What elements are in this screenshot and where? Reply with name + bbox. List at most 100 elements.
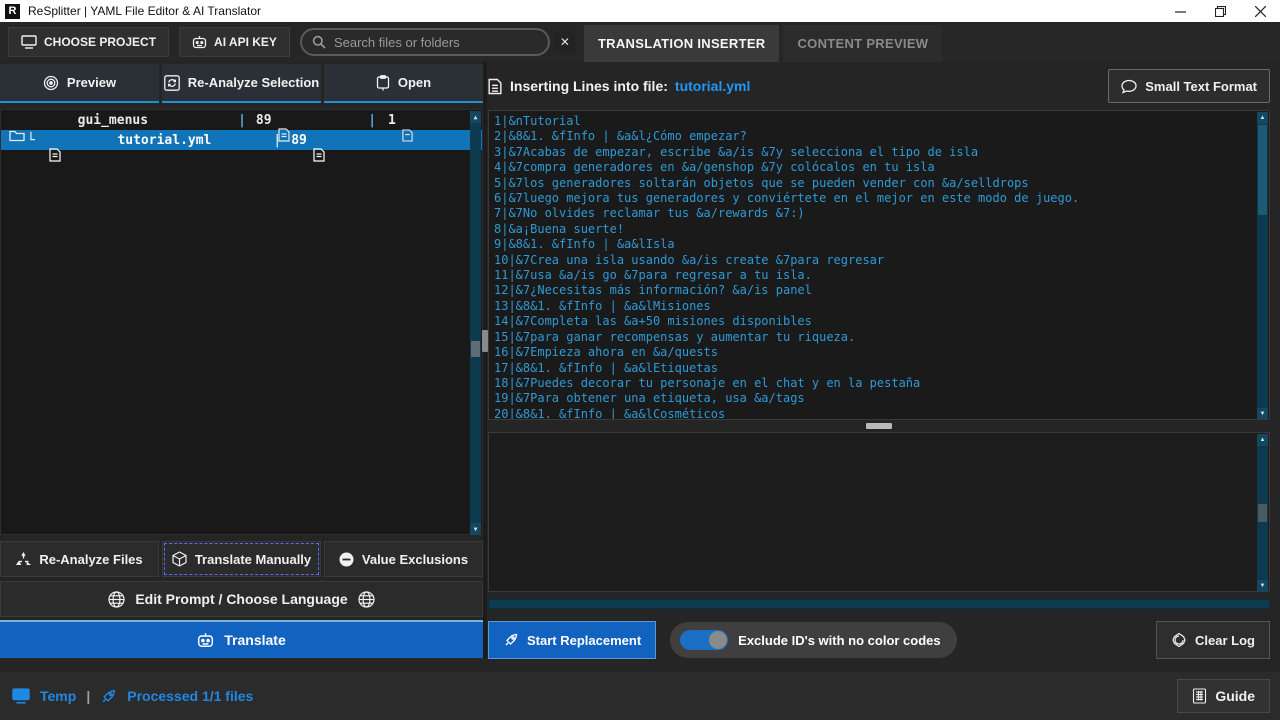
file-count: 89: [291, 133, 307, 148]
code-line: 9|&8&1. &fInfo | &a&lIsla: [494, 237, 1253, 252]
scroll-up-icon[interactable]: ▲: [470, 111, 481, 123]
translate-manually-label: Translate Manually: [195, 552, 311, 567]
yaml-file-icon: [49, 118, 112, 162]
panel-divider[interactable]: [483, 62, 487, 658]
scroll-down-icon[interactable]: ▼: [470, 523, 481, 535]
exclude-ids-toggle-label: Exclude ID's with no color codes: [738, 633, 940, 648]
book-grid-icon: [1192, 688, 1207, 704]
guide-button[interactable]: Guide: [1177, 679, 1270, 713]
code-line: 11|&7usa &a/is go &7para regresar a tu i…: [494, 268, 1253, 283]
translate-label: Translate: [224, 632, 285, 648]
scroll-up-icon[interactable]: ▲: [1257, 112, 1268, 124]
value-exclusions-label: Value Exclusions: [362, 552, 468, 567]
search-input[interactable]: [334, 35, 538, 50]
reanalyze-files-label: Re-Analyze Files: [39, 552, 142, 567]
processed-files-label: Processed 1/1 files: [127, 688, 253, 704]
ai-api-key-button[interactable]: AI API KEY: [179, 27, 290, 57]
code-lines: 1|&nTutorial2|&8&1. &fInfo | &a&l¿Cómo e…: [494, 114, 1253, 419]
close-button[interactable]: [1240, 0, 1280, 22]
file-tree: gui_menus | 89 | 1 └ tutorial.yml |: [0, 109, 483, 535]
code-editor[interactable]: 1|&nTutorial2|&8&1. &fInfo | &a&l¿Cómo e…: [488, 110, 1270, 420]
left-panel: Preview Re-Analyze Selection Open: [0, 64, 483, 658]
code-scrollbar[interactable]: ▲ ▼: [1257, 112, 1268, 420]
robot-icon: [197, 632, 214, 648]
file-name: tutorial.yml: [117, 133, 211, 148]
log-scrollbar[interactable]: ▲ ▼: [1257, 434, 1268, 592]
target-icon: [43, 75, 59, 91]
monitor-icon: [12, 688, 30, 704]
scroll-down-icon[interactable]: ▼: [1257, 408, 1268, 420]
edit-prompt-label: Edit Prompt / Choose Language: [135, 591, 347, 607]
code-line: 7|&7No olvides reclamar tus &a/rewards &…: [494, 206, 1253, 221]
code-line: 4|&7compra generadores en &a/genshop &7y…: [494, 160, 1253, 175]
folder-count-2: 1: [388, 113, 396, 128]
code-line: 10|&7Crea una isla usando &a/is create &…: [494, 253, 1253, 268]
target-file-name[interactable]: tutorial.yml: [675, 78, 750, 94]
log-panel[interactable]: ▲ ▼: [488, 432, 1270, 592]
preview-label: Preview: [67, 75, 116, 90]
globe-icon: [358, 591, 375, 608]
folder-count-1: 89: [256, 113, 272, 128]
code-line: 12|&7¿Necesitas más información? &a/is p…: [494, 283, 1253, 298]
code-line: 17|&8&1. &fInfo | &a&lEtiquetas: [494, 361, 1253, 376]
file-count-icon: [313, 118, 376, 162]
code-line: 13|&8&1. &fInfo | &a&lMisiones: [494, 299, 1253, 314]
minimize-button[interactable]: [1160, 0, 1200, 22]
clipboard-icon: [376, 75, 390, 91]
small-text-format-button[interactable]: Small Text Format: [1108, 69, 1270, 103]
translate-manually-button[interactable]: Translate Manually: [162, 541, 321, 577]
preview-button[interactable]: Preview: [0, 64, 159, 103]
search-clear-button[interactable]: ✕: [554, 31, 576, 53]
inserting-lines-label: Inserting Lines into file:: [510, 78, 668, 94]
edit-prompt-button[interactable]: Edit Prompt / Choose Language: [0, 581, 483, 617]
code-line: 6|&7luego mejora tus generadores y convi…: [494, 191, 1253, 206]
tree-scrollbar[interactable]: ▲ ▼: [470, 111, 481, 535]
tree-connector: └: [27, 133, 35, 148]
code-line: 3|&7Acabas de empezar, escribe &a/is &7y…: [494, 145, 1253, 160]
choose-project-button[interactable]: CHOOSE PROJECT: [8, 27, 169, 57]
tree-pipe: |: [238, 113, 246, 128]
open-label: Open: [398, 75, 431, 90]
translate-button[interactable]: Translate: [0, 620, 483, 658]
open-button[interactable]: Open: [324, 64, 483, 103]
code-line: 16|&7Empieza ahora en &a/quests: [494, 345, 1253, 360]
clear-log-label: Clear Log: [1195, 633, 1255, 648]
code-line: 8|&a¡Buena suerte!: [494, 222, 1253, 237]
code-line: 20|&8&1. &fInfo | &a&lCosméticos: [494, 407, 1253, 419]
code-line: 1|&nTutorial: [494, 114, 1253, 129]
code-line: 5|&7los generadores soltarán objetos que…: [494, 176, 1253, 191]
statusbar: Temp | Processed 1/1 files Guide: [0, 672, 1280, 720]
reanalyze-selection-label: Re-Analyze Selection: [188, 75, 320, 90]
app-logo-icon: R: [5, 4, 20, 19]
editor-panel: Inserting Lines into file: tutorial.yml …: [488, 64, 1270, 660]
project-temp-label: Temp: [40, 688, 76, 704]
start-replacement-button[interactable]: Start Replacement: [488, 621, 656, 659]
code-line: 19|&7Para obtener una etiqueta, usa &a/t…: [494, 391, 1253, 406]
package-icon: [172, 551, 187, 567]
tab-bar: TRANSLATION INSERTER CONTENT PREVIEW: [584, 22, 942, 62]
panel-splitter[interactable]: [488, 422, 1270, 430]
rocket-icon: [503, 632, 519, 648]
scroll-up-icon[interactable]: ▲: [1257, 434, 1268, 446]
monitor-icon: [21, 35, 37, 49]
file-count-icon: [402, 99, 465, 142]
reanalyze-files-button[interactable]: Re-Analyze Files: [0, 541, 159, 577]
tab-translation-inserter[interactable]: TRANSLATION INSERTER: [584, 25, 780, 62]
code-line: 18|&7Puedes decorar tu personaje en el c…: [494, 376, 1253, 391]
search-box: [300, 28, 550, 56]
globe-icon: [108, 591, 125, 608]
value-exclusions-button[interactable]: Value Exclusions: [324, 541, 483, 577]
clear-log-button[interactable]: Clear Log: [1156, 621, 1270, 659]
toolbar: CHOOSE PROJECT AI API KEY ✕ TRANSLATION …: [0, 22, 1280, 62]
exclude-ids-toggle[interactable]: [680, 630, 728, 650]
scroll-down-icon[interactable]: ▼: [1257, 580, 1268, 592]
maximize-button[interactable]: [1200, 0, 1240, 22]
guide-label: Guide: [1215, 688, 1255, 704]
code-line: 15|&7para ganar recompensas y aumentar t…: [494, 330, 1253, 345]
search-icon: [312, 35, 326, 49]
tab-content-preview[interactable]: CONTENT PREVIEW: [783, 25, 942, 62]
horizontal-scrollbar[interactable]: [488, 599, 1270, 609]
small-text-format-label: Small Text Format: [1145, 79, 1257, 94]
rocket-icon: [100, 688, 117, 705]
refresh-icon: [164, 75, 180, 91]
